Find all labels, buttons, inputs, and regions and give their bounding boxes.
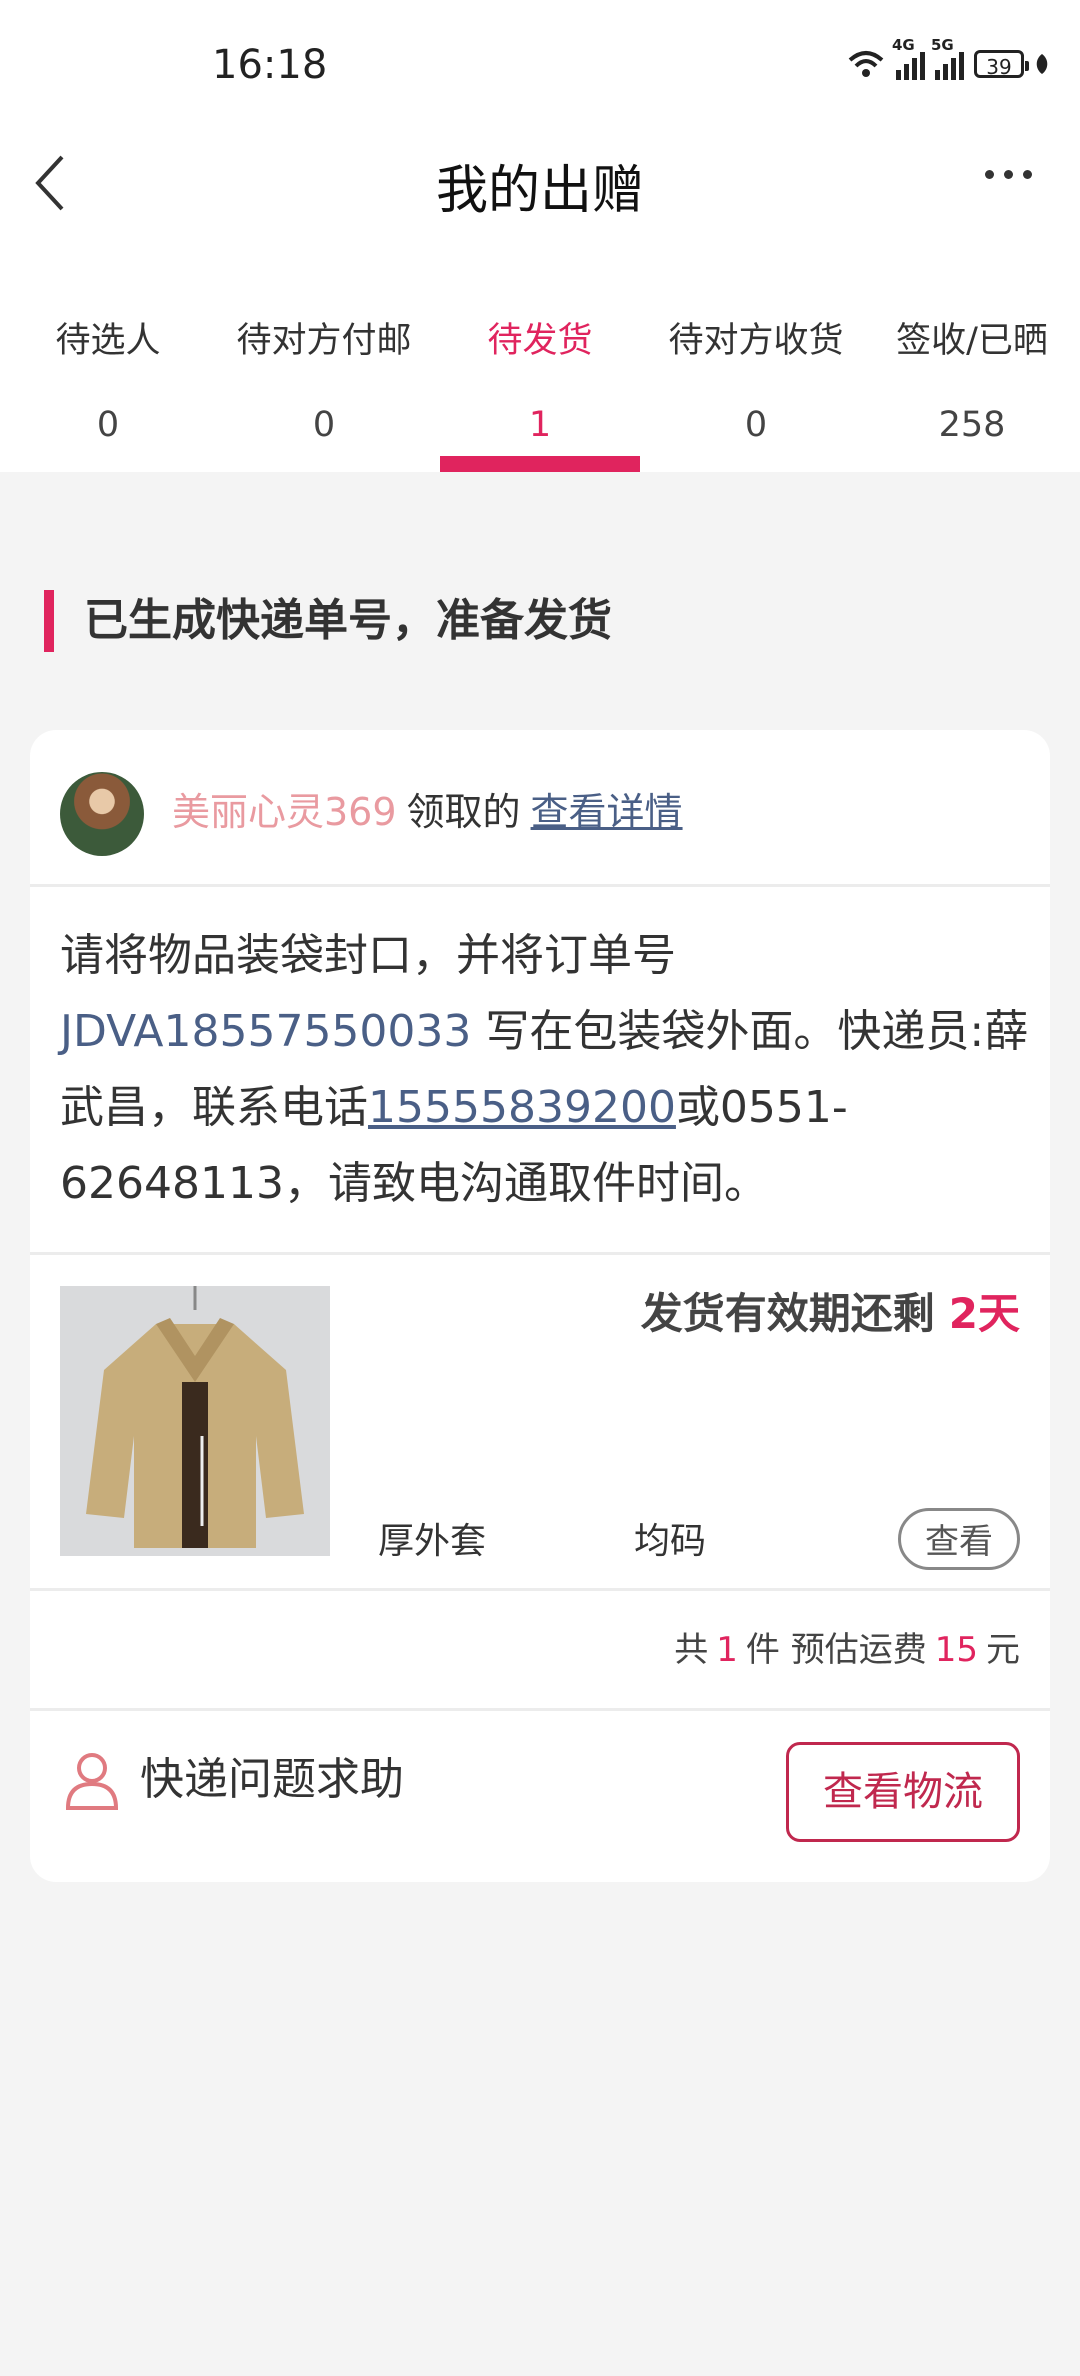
tab-count: 1: [528, 405, 552, 445]
tab-pending-postage[interactable]: 待对方付邮 0: [216, 300, 432, 472]
view-details-link[interactable]: 查看详情: [531, 790, 683, 834]
avatar[interactable]: [60, 772, 144, 856]
tab-count: 258: [938, 405, 1006, 445]
order-number: JDVA18557550033: [60, 1006, 472, 1057]
page-title: 我的出赠: [435, 161, 644, 221]
leaf-icon: [1036, 54, 1048, 74]
wifi-icon: [848, 51, 884, 77]
tab-pending-select[interactable]: 待选人 0: [0, 300, 216, 472]
order-summary: 共1件 预估运费 15 元: [674, 1622, 1020, 1671]
item-photo[interactable]: [60, 1286, 330, 1556]
tab-count: 0: [312, 405, 336, 445]
courier-phone-link[interactable]: 15555839200: [368, 1082, 676, 1133]
divider: [30, 1588, 1050, 1591]
shipping-deadline: 发货有效期还剩 2天: [641, 1280, 1020, 1341]
status-icons: 4G 5G 39: [846, 36, 1050, 80]
divider: [30, 1708, 1050, 1711]
battery-icon: 39: [974, 50, 1029, 79]
person-icon: [65, 1753, 119, 1810]
summary-text: 共: [674, 1630, 709, 1670]
instruction-text: 请将物品装袋封口，并将订单号: [60, 930, 676, 981]
view-logistics-button[interactable]: 查看物流: [786, 1742, 1020, 1842]
section-accent-bar: [44, 590, 54, 652]
section-title: 已生成快递单号，准备发货: [84, 595, 612, 646]
shipping-instructions: 请将物品装袋封口，并将订单号 JDVA18557550033 写在包装袋外面。快…: [60, 918, 1030, 1222]
tab-label: 待选人: [55, 321, 161, 361]
tab-label: 待对方付邮: [236, 321, 412, 361]
shipping-fee: 15: [934, 1630, 978, 1670]
item-size: 均码: [634, 1521, 707, 1562]
item-count: 1: [716, 1630, 738, 1670]
tab-pending-receipt[interactable]: 待对方收货 0: [648, 300, 864, 472]
summary-text: 元: [986, 1630, 1020, 1670]
shipment-card: 美丽心灵369 领取的 查看详情 请将物品装袋封口，并将订单号 JDVA185575…: [30, 730, 1050, 1882]
active-tab-indicator: [440, 456, 640, 472]
tab-count: 0: [96, 405, 120, 445]
signal-5g-icon: 5G: [931, 36, 964, 80]
signal-4g-icon: 4G: [892, 36, 925, 80]
view-item-button[interactable]: 查看: [898, 1508, 1020, 1570]
deadline-label: 发货有效期还剩: [640, 1289, 935, 1338]
more-options-icon[interactable]: [985, 170, 1032, 179]
deadline-days: 2天: [948, 1289, 1020, 1338]
claim-line: 美丽心灵369 领取的 查看详情: [172, 782, 683, 842]
status-time: 16:18: [212, 42, 328, 88]
recipient-name[interactable]: 美丽心灵369: [172, 790, 397, 834]
summary-text: 件 预估运费: [745, 1630, 927, 1670]
tab-label: 待发货: [487, 321, 593, 361]
tab-pending-shipment[interactable]: 待发货 1: [432, 300, 648, 472]
divider: [30, 1252, 1050, 1255]
courier-help-link[interactable]: 快递问题求助: [140, 1750, 404, 1810]
tab-label: 签收/已晒: [896, 321, 1048, 361]
divider: [30, 884, 1050, 887]
claim-verb: 领取的: [406, 790, 521, 834]
item-name: 厚外套: [378, 1521, 487, 1562]
tab-signed-shared[interactable]: 签收/已晒 258: [864, 300, 1080, 472]
tab-count: 0: [744, 405, 768, 445]
tab-bar: 待选人 0 待对方付邮 0 待发货 1 待对方收货 0 签收/已晒 258: [0, 300, 1080, 472]
tab-label: 待对方收货: [668, 321, 844, 361]
